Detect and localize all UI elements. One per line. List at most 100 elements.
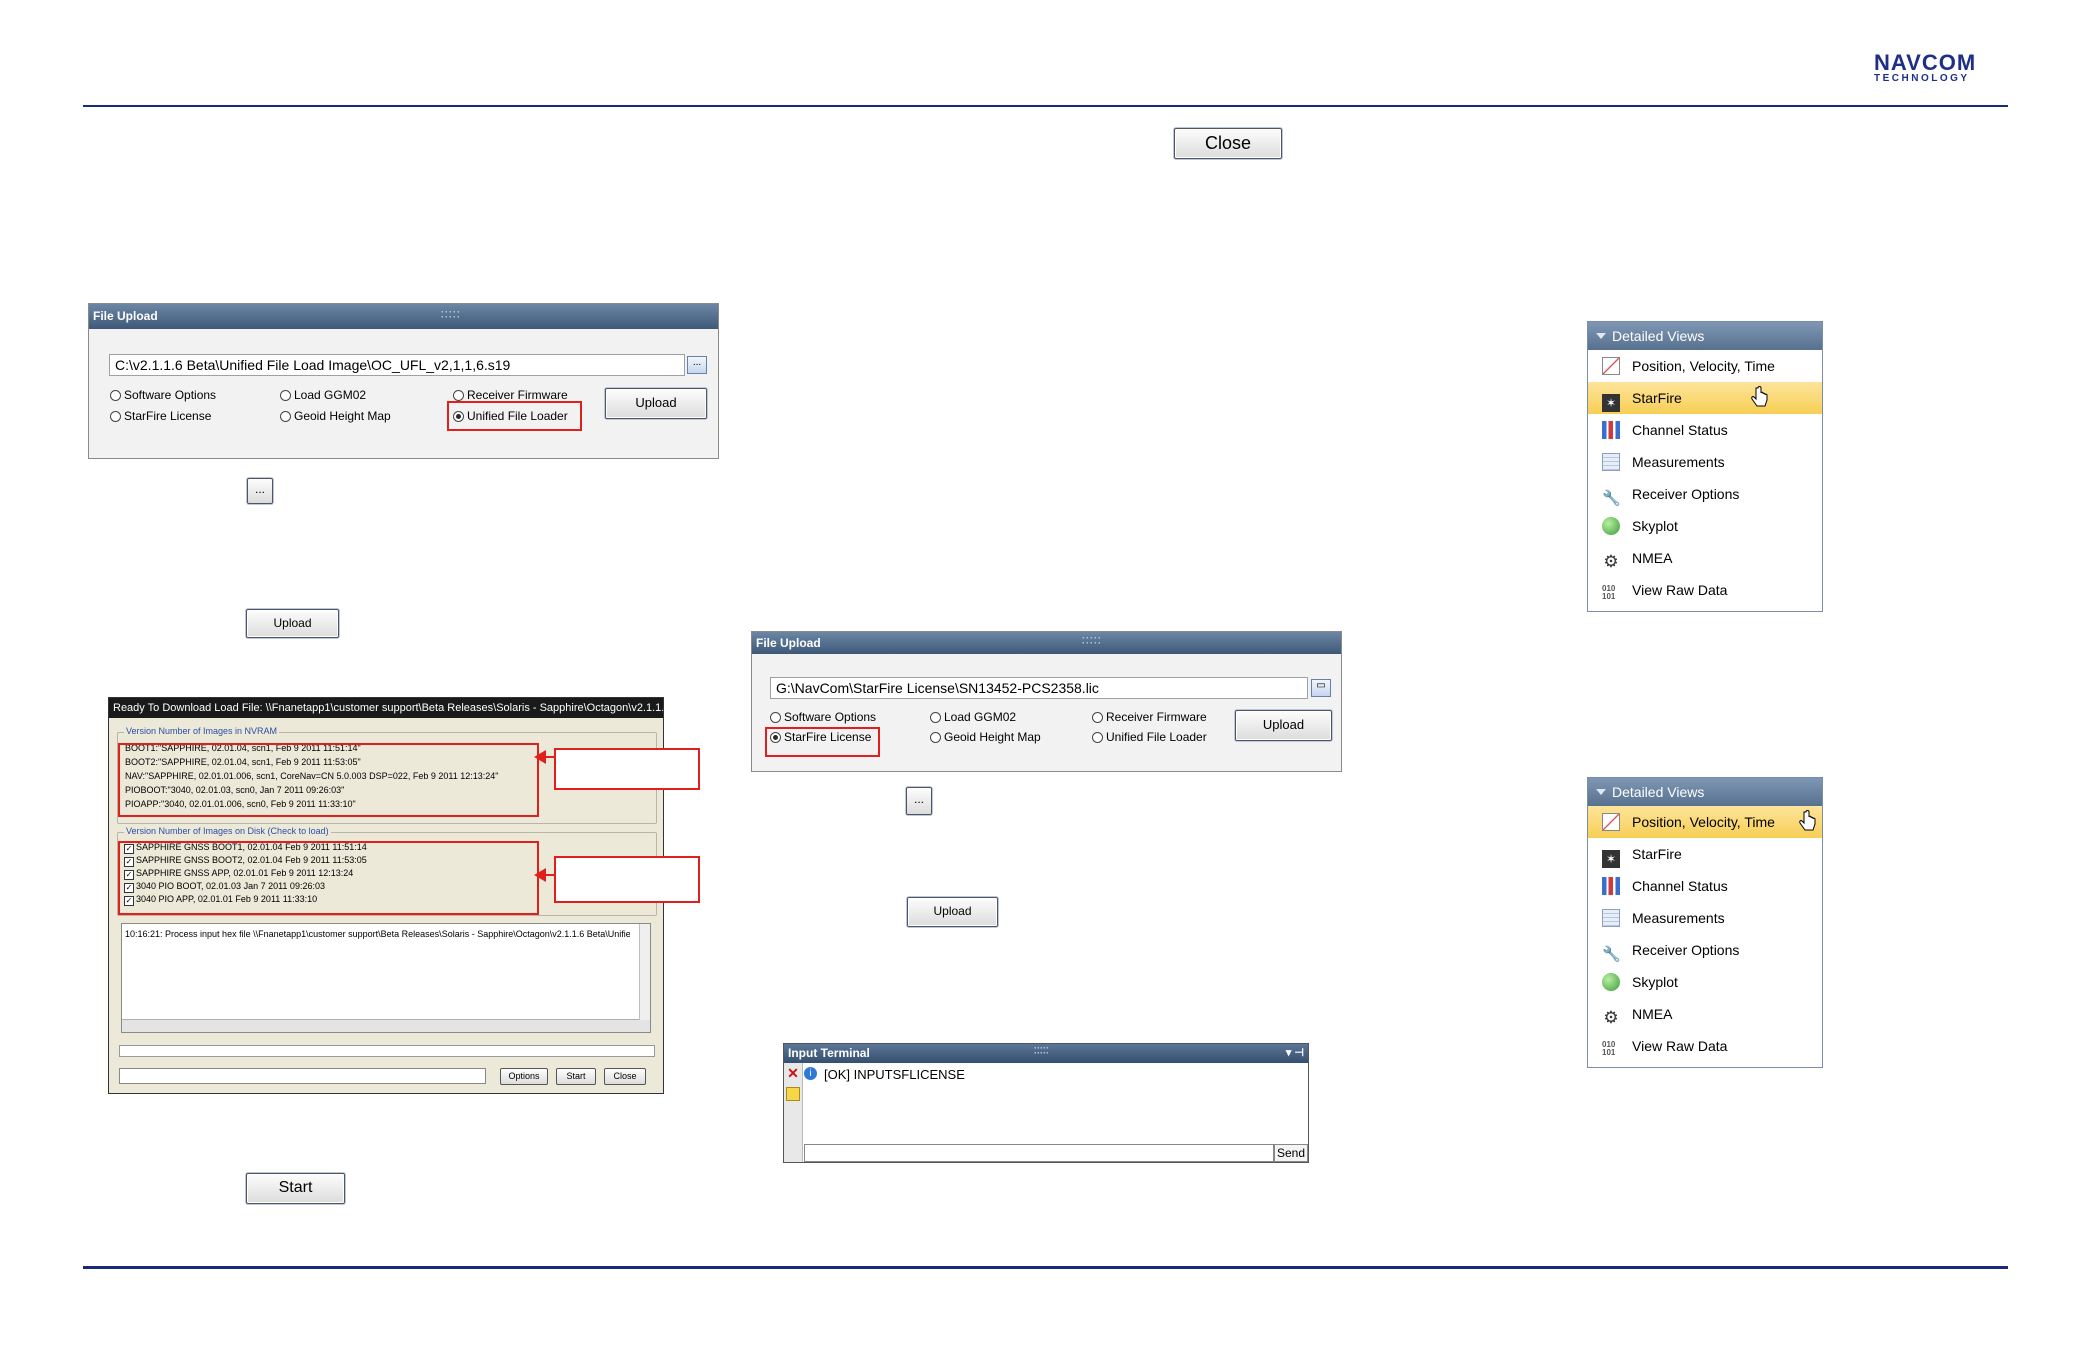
starfire-icon: ✶: [1602, 394, 1620, 412]
menu-item-pvt[interactable]: Position, Velocity, Time: [1588, 350, 1822, 382]
collapse-icon[interactable]: [1596, 789, 1606, 795]
close-button[interactable]: Close: [604, 1068, 646, 1085]
radio-unified-file-loader[interactable]: Unified File Loader: [1092, 730, 1207, 744]
grip-icon[interactable]: ····· ·····: [441, 308, 467, 322]
menu-item-view-raw-data[interactable]: 010 101 View Raw Data: [1588, 574, 1822, 606]
radio-software-options[interactable]: Software Options: [110, 388, 216, 402]
callout-box: [554, 856, 700, 903]
file-upload-panel-2: File Upload ····· ····· G:\NavCom\StarFir…: [751, 631, 1342, 772]
command-input[interactable]: [804, 1144, 1274, 1162]
menu-item-skyplot[interactable]: Skyplot: [1588, 966, 1822, 998]
radio-icon: [110, 390, 121, 401]
file-path-field[interactable]: G:\NavCom\StarFire License\SN13452-PCS23…: [770, 677, 1308, 699]
menu-item-measurements[interactable]: Measurements: [1588, 446, 1822, 478]
radio-icon: [770, 712, 781, 723]
menu-item-label: NMEA: [1632, 1006, 1673, 1022]
radio-starfire-license[interactable]: StarFire License: [110, 409, 211, 423]
radio-receiver-firmware[interactable]: Receiver Firmware: [1092, 710, 1207, 724]
gear-icon: ⚙: [1603, 1008, 1619, 1027]
radio-geoid-height-map[interactable]: Geoid Height Map: [280, 409, 391, 423]
close-button[interactable]: Close: [1174, 128, 1282, 159]
input-terminal-title: Input Terminal ····· ····· ▾ ⊣: [784, 1044, 1308, 1063]
upload-button[interactable]: Upload: [907, 897, 998, 927]
browse-icon[interactable]: ...: [687, 356, 707, 374]
menu-item-channel-status[interactable]: Channel Status: [1588, 414, 1822, 446]
highlight-box: [765, 727, 880, 757]
radio-load-ggm02[interactable]: Load GGM02: [930, 710, 1016, 724]
menu-item-starfire[interactable]: ✶ StarFire: [1588, 382, 1822, 414]
detailed-views-panel-2: Detailed Views Position, Velocity, Time …: [1587, 777, 1823, 1068]
input-terminal-title-text: Input Terminal: [788, 1046, 870, 1060]
detailed-views-panel-1: Detailed Views Position, Velocity, Time …: [1587, 321, 1823, 612]
log-area[interactable]: 10:16:21: Process input hex file \\Fnane…: [121, 923, 651, 1033]
menu-item-label: Measurements: [1632, 454, 1725, 470]
radio-label: Software Options: [784, 710, 877, 724]
menu-item-label: Receiver Options: [1632, 942, 1740, 958]
upload-button[interactable]: Upload: [605, 388, 707, 419]
menu-item-nmea[interactable]: ⚙ NMEA: [1588, 542, 1822, 574]
folder-icon[interactable]: [786, 1087, 800, 1101]
wrench-icon: 🔧: [1602, 490, 1621, 507]
menu-item-pvt[interactable]: Position, Velocity, Time: [1588, 806, 1822, 838]
detailed-views-header[interactable]: Detailed Views: [1588, 322, 1822, 350]
radio-label: Receiver Firmware: [467, 388, 568, 402]
collapse-icon[interactable]: [1596, 333, 1606, 339]
bar-chart-icon: [1602, 877, 1620, 895]
menu-item-receiver-options[interactable]: 🔧 Receiver Options: [1588, 934, 1822, 966]
menu-item-nmea[interactable]: ⚙ NMEA: [1588, 998, 1822, 1030]
globe-icon: [1602, 517, 1620, 535]
radio-load-ggm02[interactable]: Load GGM02: [280, 388, 366, 402]
pvt-chart-icon: [1602, 813, 1620, 831]
menu-item-label: Channel Status: [1632, 878, 1728, 894]
menu-item-view-raw-data[interactable]: 010 101 View Raw Data: [1588, 1030, 1822, 1062]
menu-item-label: Channel Status: [1632, 422, 1728, 438]
menu-item-label: Skyplot: [1632, 974, 1678, 990]
menu-item-channel-status[interactable]: Channel Status: [1588, 870, 1822, 902]
file-upload-title: File Upload ····· ·····: [89, 304, 718, 329]
radio-geoid-height-map[interactable]: Geoid Height Map: [930, 730, 1041, 744]
radio-receiver-firmware[interactable]: Receiver Firmware: [453, 388, 568, 402]
info-icon: i: [804, 1067, 817, 1080]
upload-button[interactable]: Upload: [246, 609, 339, 638]
radio-label: Receiver Firmware: [1106, 710, 1207, 724]
input-terminal: Input Terminal ····· ····· ▾ ⊣ ✕ i [OK] I…: [783, 1043, 1309, 1163]
browse-button[interactable]: ...: [906, 787, 932, 815]
binary-icon: 010 101: [1602, 1040, 1616, 1057]
radio-label: Unified File Loader: [1106, 730, 1207, 744]
send-button[interactable]: Send: [1274, 1144, 1308, 1162]
detailed-views-header[interactable]: Detailed Views: [1588, 778, 1822, 806]
browse-icon[interactable]: ▭: [1311, 679, 1331, 697]
menu-item-starfire[interactable]: ✶ StarFire: [1588, 838, 1822, 870]
logo-line2: TECHNOLOGY: [1874, 73, 1970, 84]
browse-button[interactable]: ...: [247, 478, 273, 504]
menu-item-label: Position, Velocity, Time: [1632, 814, 1775, 830]
horizontal-scrollbar[interactable]: [122, 1019, 650, 1032]
detailed-views-title: Detailed Views: [1612, 328, 1705, 344]
start-button[interactable]: Start: [556, 1068, 596, 1085]
gear-icon: ⚙: [1603, 552, 1619, 571]
radio-icon: [280, 411, 291, 422]
terminal-line: [OK] INPUTSFLICENSE: [824, 1067, 965, 1082]
upload-button[interactable]: Upload: [1235, 710, 1332, 741]
radio-icon: [110, 411, 121, 422]
pin-icon[interactable]: ▾ ⊣: [1286, 1044, 1304, 1063]
menu-item-receiver-options[interactable]: 🔧 Receiver Options: [1588, 478, 1822, 510]
vertical-scrollbar[interactable]: [639, 924, 650, 1020]
menu-item-measurements[interactable]: Measurements: [1588, 902, 1822, 934]
file-path-field[interactable]: C:\v2.1.1.6 Beta\Unified File Load Image…: [109, 354, 685, 376]
radio-label: Geoid Height Map: [294, 409, 391, 423]
start-button[interactable]: Start: [246, 1173, 345, 1204]
radio-icon: [1092, 712, 1103, 723]
globe-icon: [1602, 973, 1620, 991]
radio-software-options[interactable]: Software Options: [770, 710, 876, 724]
grip-icon[interactable]: ····· ·····: [1034, 1044, 1049, 1058]
detailed-views-title: Detailed Views: [1612, 784, 1705, 800]
hand-cursor-icon: [1751, 386, 1768, 407]
radio-label: Geoid Height Map: [944, 730, 1041, 744]
radio-label: Load GGM02: [294, 388, 367, 402]
clear-icon[interactable]: ✕: [786, 1066, 800, 1080]
options-button[interactable]: Options: [500, 1068, 548, 1085]
menu-item-skyplot[interactable]: Skyplot: [1588, 510, 1822, 542]
grip-icon[interactable]: ····· ·····: [1082, 634, 1108, 648]
radio-icon: [1092, 732, 1103, 743]
